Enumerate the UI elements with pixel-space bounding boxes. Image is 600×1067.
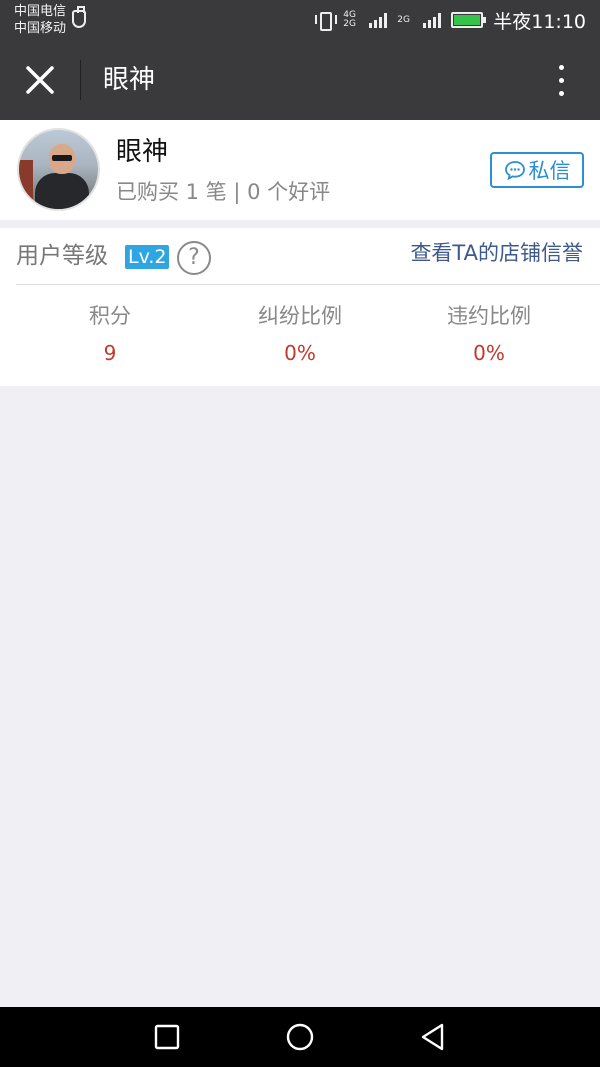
close-icon xyxy=(26,66,54,94)
metric-label: 积分 xyxy=(89,304,131,328)
metric-breach-ratio: 违约比例 0% xyxy=(389,302,589,367)
page-title: 眼神 xyxy=(103,65,156,95)
private-message-button[interactable]: 私信 xyxy=(490,152,584,188)
carrier-1: 中国电信 xyxy=(14,4,67,19)
carrier-info: 中国电信 中国移动 xyxy=(14,3,66,37)
status-time: 半夜11:10 xyxy=(493,10,586,33)
metric-label: 违约比例 xyxy=(447,304,531,328)
private-message-label: 私信 xyxy=(528,159,571,183)
metric-label: 纠纷比例 xyxy=(258,304,342,328)
metric-dispute-ratio: 纠纷比例 0% xyxy=(200,302,400,367)
network-type-1: 4G 2G xyxy=(343,10,356,29)
help-icon[interactable]: ? xyxy=(177,241,211,275)
close-button[interactable] xyxy=(20,60,60,100)
system-nav-bar xyxy=(0,1007,600,1067)
home-button[interactable] xyxy=(285,1022,315,1052)
metric-value: 0% xyxy=(473,341,505,365)
user-level-label: 用户等级 xyxy=(16,243,108,269)
signal-icon-2 xyxy=(423,12,442,28)
user-level-card: 用户等级 Lv.2 ? 查看TA的店铺信誉 积分 9 纠纷比例 0% 违约比例 … xyxy=(0,228,600,386)
profile-card: 眼神 已购买 1 笔 | 0 个好评 私信 xyxy=(0,120,600,220)
circle-icon xyxy=(286,1023,314,1051)
top-navbar: 眼神 xyxy=(0,40,600,120)
chat-bubble-icon xyxy=(504,161,525,181)
status-bar: 中国电信 中国移动 4G 2G 2G 半夜11:10 xyxy=(0,0,600,40)
divider xyxy=(16,284,600,285)
square-icon xyxy=(154,1024,180,1050)
metric-points: 积分 9 xyxy=(10,302,210,367)
signal-icon xyxy=(369,12,388,28)
avatar[interactable] xyxy=(17,128,100,211)
battery-icon xyxy=(451,12,487,28)
more-vertical-icon xyxy=(558,65,564,70)
usb-icon xyxy=(72,6,86,28)
vibrate-icon xyxy=(315,10,338,31)
purchase-stats: 已购买 1 笔 | 0 个好评 xyxy=(116,180,331,204)
level-badge: Lv.2 xyxy=(125,245,170,269)
nav-divider xyxy=(80,60,81,100)
metric-value: 0% xyxy=(284,341,316,365)
more-options-button[interactable] xyxy=(554,62,568,98)
carrier-2: 中国移动 xyxy=(14,21,67,36)
back-button[interactable] xyxy=(418,1022,448,1052)
user-name: 眼神 xyxy=(116,137,169,167)
network-type-2: 2G xyxy=(397,14,410,25)
back-triangle-icon xyxy=(421,1023,444,1051)
status-icons: 4G 2G 2G 半夜11:10 xyxy=(315,0,586,40)
recent-apps-button[interactable] xyxy=(152,1022,182,1052)
store-reputation-link[interactable]: 查看TA的店铺信誉 xyxy=(410,238,583,268)
metric-value: 9 xyxy=(103,341,117,365)
